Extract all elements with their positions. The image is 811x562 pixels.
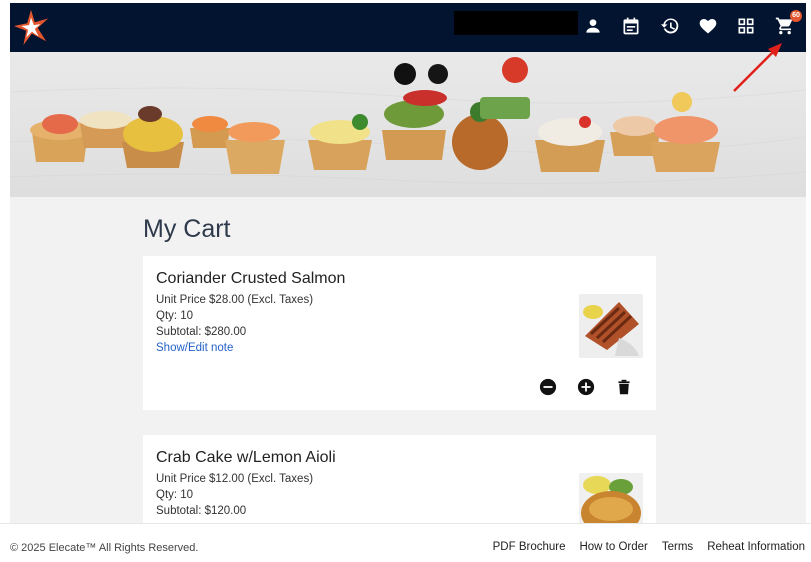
brand-logo[interactable] (12, 7, 50, 47)
decrease-quantity-button[interactable] (539, 378, 557, 396)
footer-link-reheat-information[interactable]: Reheat Information (707, 541, 805, 553)
cart-item-name: Crab Cake w/Lemon Aioli (156, 449, 336, 466)
cart-item-unit-price: Unit Price $12.00 (Excl. Taxes) (156, 473, 314, 485)
footer-link-terms[interactable]: Terms (662, 541, 693, 553)
heart-icon[interactable] (697, 15, 719, 37)
cart-item-subtotal: Subtotal: $120.00 (156, 505, 247, 517)
copyright-text: © 2025 Elecate™ All Rights Reserved. (10, 542, 199, 554)
calendar-icon[interactable] (620, 15, 642, 37)
crab-cake-thumbnail (579, 473, 643, 523)
cart-item-name: Coriander Crusted Salmon (156, 270, 346, 287)
history-icon[interactable] (659, 15, 681, 37)
account-icon[interactable] (582, 15, 604, 37)
delete-item-button[interactable] (615, 378, 633, 396)
page-title: My Cart (143, 215, 231, 243)
salmon-thumbnail (579, 294, 643, 358)
cart-count-badge: 60 (790, 10, 802, 22)
hero-banner (10, 52, 806, 197)
show-edit-note-link[interactable]: Show/Edit note (156, 340, 643, 356)
cart-content: My Cart Coriander Crusted Salmon Unit Pr… (143, 215, 658, 523)
footer-link-how-to-order[interactable]: How to Order (579, 541, 647, 553)
cart-item-qty: Qty: 10 (156, 489, 194, 501)
top-navbar: 60 (10, 3, 806, 52)
increase-quantity-button[interactable] (577, 378, 595, 396)
appetizers-image (10, 57, 806, 185)
cart-item-qty: Qty: 10 (156, 310, 194, 322)
redacted-area (454, 11, 578, 35)
footer-links: PDF Brochure How to Order Terms Reheat I… (493, 541, 805, 553)
footer: © 2025 Elecate™ All Rights Reserved. PDF… (0, 523, 811, 562)
quantity-actions (156, 378, 643, 396)
cart-item-card: Crab Cake w/Lemon Aioli Unit Price $12.0… (143, 435, 656, 523)
cart-item-subtotal: Subtotal: $280.00 (156, 326, 247, 338)
app-frame: 60 My Cart Coriander Crusted Salmon Unit… (10, 3, 806, 523)
cart-item-unit-price: Unit Price $28.00 (Excl. Taxes) (156, 294, 314, 306)
cart-icon[interactable]: 60 (774, 10, 802, 37)
cart-item-card: Coriander Crusted Salmon Unit Price $28.… (143, 256, 656, 410)
grid-icon[interactable] (735, 15, 757, 37)
footer-link-pdf-brochure[interactable]: PDF Brochure (493, 541, 566, 553)
